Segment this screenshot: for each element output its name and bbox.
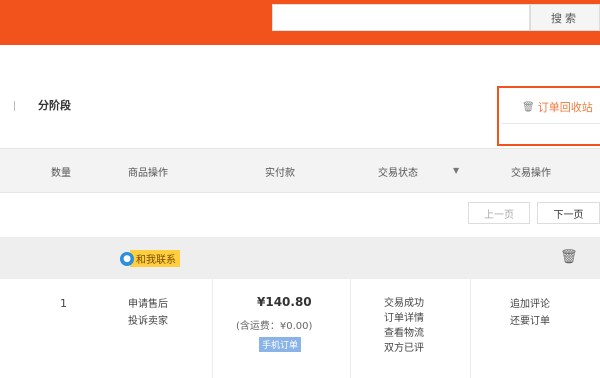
column-divider: [350, 279, 351, 378]
order-row: 1 申请售后 投诉卖家 ¥140.80 (含运费：¥0.00) 手机订单 交易成…: [0, 279, 600, 378]
order-actions: 追加评论 还要订单: [510, 296, 550, 330]
order-tabs-row: 分阶段 🗑 订单回收站: [0, 78, 600, 148]
reorder-link[interactable]: 还要订单: [510, 313, 550, 330]
view-logistics-link[interactable]: 查看物流: [384, 326, 424, 341]
both-reviewed-link[interactable]: 双方已评: [384, 341, 424, 356]
tab-divider: [14, 101, 15, 111]
chat-icon: ●: [120, 251, 134, 266]
shipping-fee: (含运费：¥0.00): [236, 321, 313, 332]
recycle-bin-highlight-box: [497, 86, 600, 146]
column-divider: [470, 279, 471, 378]
mobile-order-badge: 手机订单: [259, 337, 302, 352]
goods-ops-list: 申请售后 投诉卖家: [128, 296, 168, 330]
tab-installment[interactable]: 分阶段: [38, 97, 71, 113]
order-price: ¥140.80: [257, 295, 312, 309]
table-header: 数量 商品操作 实付款 交易状态 ▼ 交易操作: [0, 148, 600, 193]
divider: [502, 123, 600, 124]
column-header-status[interactable]: 交易状态: [378, 164, 418, 179]
recycle-bin-link[interactable]: 🗑 订单回收站: [522, 99, 593, 115]
apply-aftersale-link[interactable]: 申请售后: [128, 296, 168, 313]
next-page-button[interactable]: 下一页: [537, 202, 600, 224]
order-header-bar: ● 和我联系 🗑: [0, 237, 600, 279]
contact-seller-button[interactable]: ● 和我联系: [120, 250, 180, 267]
search-button[interactable]: 搜索: [530, 4, 600, 31]
top-header-bar: 搜索: [0, 0, 600, 45]
column-header-paid: 实付款: [265, 168, 295, 179]
column-header-actions: 交易操作: [511, 168, 551, 179]
search-input[interactable]: [272, 4, 530, 31]
add-review-link[interactable]: 追加评论: [510, 296, 550, 313]
order-details-link[interactable]: 订单详情: [384, 311, 424, 326]
recycle-bin-label: 订单回收站: [537, 101, 593, 114]
column-header-goods-ops: 商品操作: [128, 168, 168, 179]
status-trade-success: 交易成功: [384, 298, 424, 309]
contact-seller-label: 和我联系: [130, 250, 180, 267]
status-links: 交易成功 订单详情 查看物流 双方已评: [384, 296, 424, 356]
delete-order-icon[interactable]: 🗑: [560, 249, 578, 265]
column-header-quantity: 数量: [51, 168, 71, 179]
column-divider: [212, 279, 213, 378]
order-quantity: 1: [60, 297, 67, 310]
chevron-down-icon[interactable]: ▼: [453, 166, 459, 175]
prev-page-button[interactable]: 上一页: [468, 202, 530, 224]
complain-seller-link[interactable]: 投诉卖家: [128, 313, 168, 330]
trash-icon: 🗑: [522, 101, 535, 113]
